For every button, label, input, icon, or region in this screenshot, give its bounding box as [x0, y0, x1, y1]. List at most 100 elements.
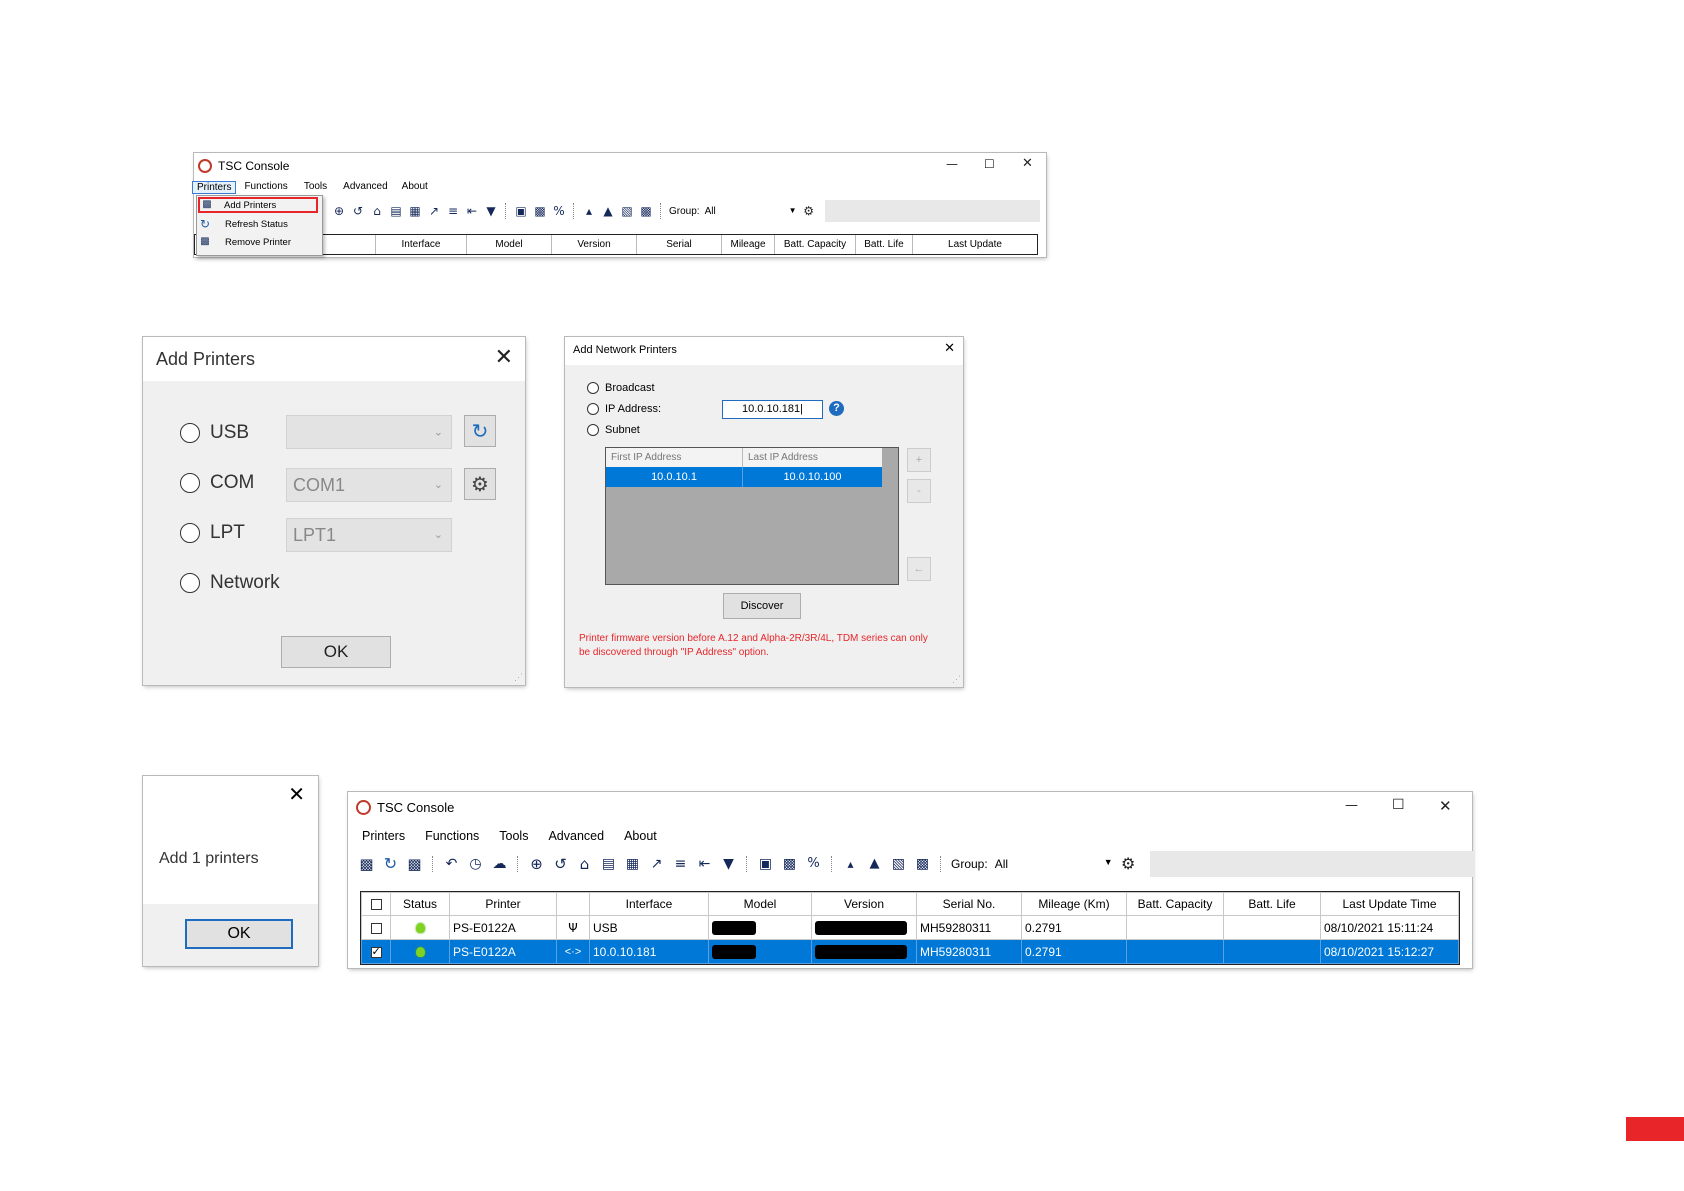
restore-icon[interactable]: ↶: [443, 857, 460, 871]
col-serial[interactable]: Serial: [637, 235, 722, 254]
com-port-select[interactable]: COM1 ⌄: [286, 468, 452, 502]
image-icon[interactable]: ▧: [890, 857, 907, 871]
subnet-radio[interactable]: [587, 424, 599, 436]
usb-port-select[interactable]: ⌄: [286, 415, 452, 449]
minimize-button[interactable]: —: [1345, 798, 1358, 813]
feed-icon[interactable]: ▦: [624, 857, 641, 871]
menu-about[interactable]: About: [624, 829, 657, 843]
terminal-icon[interactable]: ▣: [757, 857, 774, 871]
ok-button[interactable]: OK: [281, 636, 391, 668]
row-select-cell[interactable]: [361, 939, 391, 964]
undo-icon[interactable]: ↺: [552, 857, 569, 872]
table-row[interactable]: 10.0.10.1 10.0.10.100: [606, 467, 882, 487]
col-mileage[interactable]: Mileage: [722, 235, 775, 254]
radio-broadcast[interactable]: Broadcast: [587, 382, 655, 394]
menu-item-refresh-status[interactable]: ↻ Refresh Status: [198, 216, 288, 232]
col-last-update[interactable]: Last Update: [913, 235, 1037, 254]
close-button[interactable]: ✕: [1439, 797, 1452, 815]
menu-advanced[interactable]: Advanced: [343, 181, 387, 194]
option-usb[interactable]: USB: [180, 422, 249, 444]
add-range-button[interactable]: +: [907, 448, 931, 472]
list-icon[interactable]: ≡: [672, 857, 689, 871]
remove-printer-icon[interactable]: ▩: [406, 857, 423, 872]
col-model[interactable]: Model: [708, 892, 812, 916]
row-checkbox-checked[interactable]: [370, 945, 382, 958]
col-mileage[interactable]: Mileage (Km): [1021, 892, 1127, 916]
menu-advanced[interactable]: Advanced: [548, 829, 604, 843]
maximize-button[interactable]: ☐: [1392, 797, 1405, 813]
col-batt-capacity[interactable]: Batt. Capacity: [1126, 892, 1224, 916]
calibrate-icon[interactable]: ↗: [427, 204, 441, 218]
resize-grip-icon[interactable]: ⋰: [952, 674, 961, 685]
col-interface[interactable]: Interface: [376, 235, 467, 254]
feed-icon[interactable]: ▦: [408, 204, 422, 218]
option-lpt[interactable]: LPT: [180, 522, 245, 544]
gear-icon[interactable]: ⚙: [802, 204, 816, 218]
menu-functions[interactable]: Functions: [244, 181, 287, 194]
page-icon[interactable]: ▤: [600, 857, 617, 871]
col-version[interactable]: Version: [811, 892, 917, 916]
maximize-button[interactable]: ☐: [984, 157, 995, 171]
clock-icon[interactable]: ◷: [467, 857, 484, 871]
undo-icon[interactable]: ↺: [351, 204, 365, 218]
col-batt-life[interactable]: Batt. Life: [856, 235, 913, 254]
calibrate-icon[interactable]: ↗: [648, 857, 665, 871]
col-select-all[interactable]: [361, 892, 391, 916]
menu-about[interactable]: About: [402, 181, 428, 194]
menu-tools[interactable]: Tools: [304, 181, 327, 194]
bell-icon[interactable]: ▲: [866, 857, 883, 871]
terminal-icon[interactable]: ▣: [514, 204, 528, 218]
add-printer-icon[interactable]: ▩: [358, 857, 375, 872]
col-interface[interactable]: Interface: [589, 892, 709, 916]
enter-range-button[interactable]: ←: [907, 557, 931, 581]
close-icon[interactable]: ✕: [944, 341, 955, 356]
group-select[interactable]: All ▼: [705, 206, 797, 217]
percent-icon[interactable]: %: [805, 857, 822, 871]
close-button[interactable]: ✕: [1022, 156, 1033, 171]
person-icon[interactable]: ▴: [582, 204, 596, 218]
refresh-icon[interactable]: ↻: [382, 856, 399, 872]
row-select-cell[interactable]: [361, 915, 391, 940]
chip-icon[interactable]: ▩: [639, 204, 653, 218]
refresh-usb-button[interactable]: ↻: [464, 415, 496, 447]
page-icon[interactable]: ▤: [389, 204, 403, 218]
gear-icon[interactable]: ⚙: [1120, 856, 1137, 872]
lpt-port-select[interactable]: LPT1 ⌄: [286, 518, 452, 552]
close-icon[interactable]: ✕: [288, 782, 305, 806]
row-checkbox[interactable]: [370, 922, 382, 934]
group-select[interactable]: All ▼: [995, 857, 1113, 871]
broadcast-radio[interactable]: [587, 382, 599, 394]
printer-icon[interactable]: ▩: [533, 204, 547, 218]
col-batt-capacity[interactable]: Batt. Capacity: [775, 235, 856, 254]
minimize-button[interactable]: —: [946, 157, 958, 171]
radio-ip-address[interactable]: IP Address:: [587, 403, 661, 415]
option-com[interactable]: COM: [180, 472, 254, 494]
com-settings-button[interactable]: ⚙: [464, 468, 496, 500]
menu-printers[interactable]: Printers: [362, 829, 405, 843]
resize-grip-icon[interactable]: ⋰: [514, 672, 523, 683]
com-radio[interactable]: [180, 473, 200, 493]
menu-printers[interactable]: Printers: [192, 181, 237, 194]
col-last-ip[interactable]: Last IP Address: [743, 448, 882, 467]
network-radio[interactable]: [180, 573, 200, 593]
col-batt-life[interactable]: Batt. Life: [1223, 892, 1321, 916]
list-left-icon[interactable]: ⇤: [465, 204, 479, 218]
table-row[interactable]: PS-E0122A Ψ USB MH59280311 0.2791 08/10/…: [361, 915, 1459, 940]
home-icon[interactable]: ⌂: [576, 857, 593, 872]
lpt-radio[interactable]: [180, 523, 200, 543]
col-last-update[interactable]: Last Update Time: [1320, 892, 1459, 916]
menu-item-remove-printer[interactable]: ▩ Remove Printer: [198, 234, 291, 250]
col-model[interactable]: Model: [467, 235, 552, 254]
image-icon[interactable]: ▧: [620, 204, 634, 218]
col-first-ip[interactable]: First IP Address: [606, 448, 743, 467]
cloud-upload-icon[interactable]: ☁: [491, 857, 508, 871]
col-status[interactable]: Status: [390, 892, 450, 916]
ip-address-input[interactable]: 10.0.10.181|: [722, 400, 823, 419]
table-row-selected[interactable]: PS-E0122A <·> 10.0.10.181 MH59280311 0.2…: [361, 939, 1459, 964]
bell-icon[interactable]: ▲: [601, 204, 615, 218]
list-icon[interactable]: ≡: [446, 204, 460, 218]
radio-subnet[interactable]: Subnet: [587, 424, 640, 436]
usb-radio[interactable]: [180, 423, 200, 443]
option-network[interactable]: Network: [180, 572, 280, 594]
crosshair-icon[interactable]: ⊕: [528, 857, 545, 872]
